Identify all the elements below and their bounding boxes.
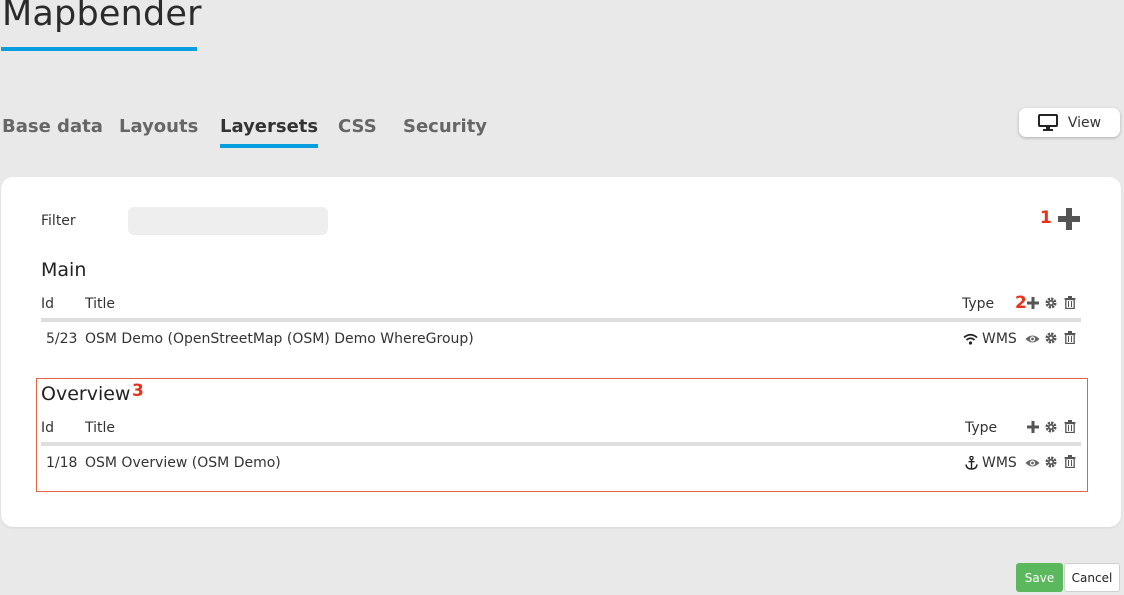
row-title: OSM Overview (OSM Demo) [85,455,281,471]
trash-icon[interactable] [1064,331,1076,344]
cancel-button[interactable]: Cancel [1064,563,1120,592]
filter-input[interactable] [128,207,328,235]
tab-security[interactable]: Security [403,116,487,137]
annotation-2: 2 [1015,293,1027,313]
trash-icon[interactable] [1064,420,1076,433]
anchor-icon [965,456,978,470]
view-button-label: View [1067,114,1102,131]
gear-icon[interactable] [1045,332,1057,344]
app-title: Mapbender [2,0,202,34]
trash-icon[interactable] [1064,455,1076,468]
annotation-1: 1 [1040,208,1052,228]
column-header-type: Type [965,420,998,436]
annotation-3: 3 [132,381,144,401]
row-type: WMS [982,455,1017,471]
row-id: 5/23 [46,331,78,347]
add-instance-icon[interactable] [1027,421,1039,433]
eye-icon[interactable] [1025,334,1040,344]
add-layerset-icon[interactable] [1058,208,1080,230]
add-instance-icon[interactable] [1027,297,1039,309]
trash-icon[interactable] [1064,296,1076,309]
highlight-box [36,378,1088,492]
row-id: 1/18 [46,455,78,471]
save-button[interactable]: Save [1016,563,1063,592]
row-type: WMS [982,331,1017,347]
layersets-panel: Filter 1 Main Id Title Type 2 5/23 OSM D… [1,177,1121,527]
layerset-title-main: Main [41,259,87,281]
gear-icon[interactable] [1045,421,1057,433]
column-header-title: Title [85,420,116,436]
wifi-icon [963,333,978,345]
column-header-title: Title [85,296,116,312]
eye-icon[interactable] [1025,458,1040,468]
row-title: OSM Demo (OpenStreetMap (OSM) Demo Where… [85,331,474,347]
title-underline [1,47,197,51]
tab-css[interactable]: CSS [338,116,377,137]
layerset-title-overview: Overview [41,383,131,405]
gear-icon[interactable] [1045,297,1057,309]
tab-layersets[interactable]: Layersets [220,116,319,148]
column-header-type: Type [962,296,995,312]
table-header-rule [41,318,1081,322]
tab-layouts[interactable]: Layouts [119,116,198,137]
filter-label: Filter [41,213,76,229]
column-header-id: Id [41,296,55,312]
gear-icon[interactable] [1045,456,1057,468]
table-header-rule [41,442,1081,446]
monitor-icon [1037,114,1058,131]
tab-base-data[interactable]: Base data [2,116,103,137]
column-header-id: Id [41,420,55,436]
view-button[interactable]: View [1019,108,1120,137]
